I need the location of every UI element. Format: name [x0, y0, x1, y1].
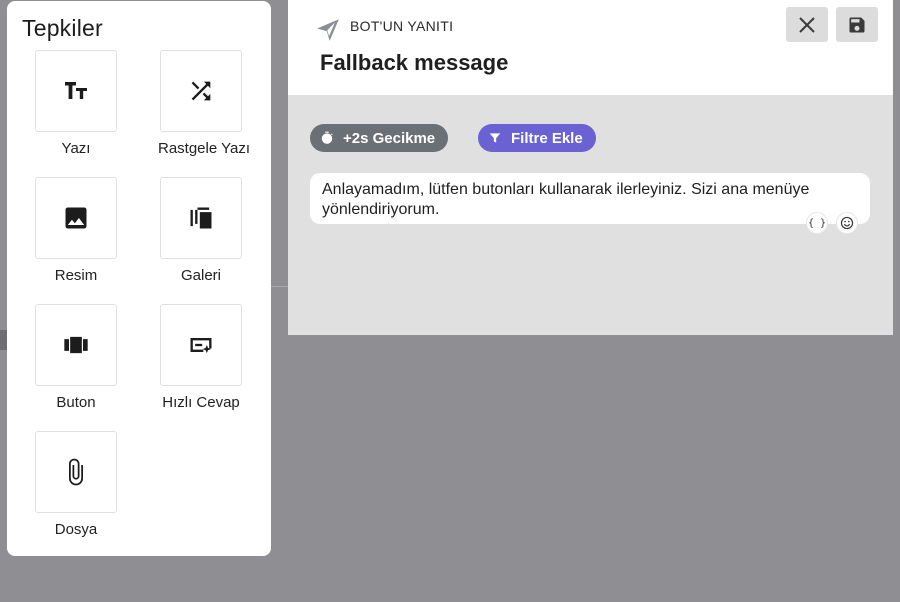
reaction-quick-reply-label: Hızlı Cevap [162, 394, 240, 411]
add-filter-chip-label: Filtre Ekle [511, 129, 583, 147]
save-icon [849, 17, 865, 32]
delay-chip-label: +2s Gecikme [343, 129, 436, 147]
stopwatch-icon [321, 131, 333, 144]
reaction-gallery-label: Galeri [180, 267, 221, 284]
paperclip-icon [69, 458, 83, 486]
reaction-text-box[interactable] [35, 50, 117, 132]
reaction-button-box[interactable] [35, 304, 117, 386]
reaction-file-box[interactable] [35, 431, 117, 513]
variable-button[interactable]: { } [806, 212, 828, 234]
reaction-button[interactable]: Buton [33, 304, 119, 411]
bot-response-panel: BOT'UN YANITI Fallback message +2s Gecik… [288, 0, 893, 335]
close-icon [799, 16, 815, 33]
bot-response-header: BOT'UN YANITI Fallback message [288, 0, 893, 95]
quick-reply-icon [190, 338, 212, 354]
reaction-image-box[interactable] [35, 177, 117, 259]
delay-chip[interactable]: +2s Gecikme [310, 124, 449, 152]
smiley-icon [840, 216, 854, 230]
emoji-button[interactable] [836, 212, 858, 234]
reactions-title: Tepkiler [22, 15, 103, 41]
bot-response-title: Fallback message [320, 50, 509, 75]
reaction-file-label: Dosya [54, 521, 98, 538]
reaction-button-label: Buton [56, 394, 96, 411]
message-text-field[interactable]: Anlayamadım, lütfen butonları kullanarak… [310, 173, 870, 224]
add-filter-chip[interactable]: Filtre Ekle [478, 124, 596, 152]
backdrop-line [270, 286, 290, 287]
reaction-quick-reply-box[interactable] [160, 304, 242, 386]
reaction-gallery-box[interactable] [160, 177, 242, 259]
image-icon [65, 207, 87, 229]
reaction-image-label: Resim [54, 267, 98, 284]
shuffle-icon [191, 81, 211, 101]
reaction-text[interactable]: Yazı [33, 50, 119, 157]
text-icon [65, 82, 87, 99]
reaction-file[interactable]: Dosya [33, 431, 119, 538]
reactions-panel: Tepkiler Yazı Rastgele Yazı Resim Galeri… [7, 1, 271, 556]
close-button[interactable] [786, 7, 828, 42]
send-icon [317, 19, 339, 41]
filter-icon [489, 133, 501, 143]
reaction-text-label: Yazı [61, 140, 91, 157]
reaction-quick-reply[interactable]: Hızlı Cevap [158, 304, 244, 411]
reaction-image[interactable]: Resim [33, 177, 119, 284]
reaction-gallery[interactable]: Galeri [158, 177, 244, 284]
save-button[interactable] [836, 7, 878, 42]
reaction-random-text[interactable]: Rastgele Yazı [158, 50, 250, 157]
bot-response-label: BOT'UN YANITI [350, 18, 454, 34]
curly-braces-icon: { } [807, 217, 827, 229]
reaction-random-text-label: Rastgele Yazı [158, 140, 250, 157]
reaction-random-text-box[interactable] [160, 50, 242, 132]
carousel-button-icon [64, 336, 88, 354]
gallery-icon [190, 207, 212, 229]
